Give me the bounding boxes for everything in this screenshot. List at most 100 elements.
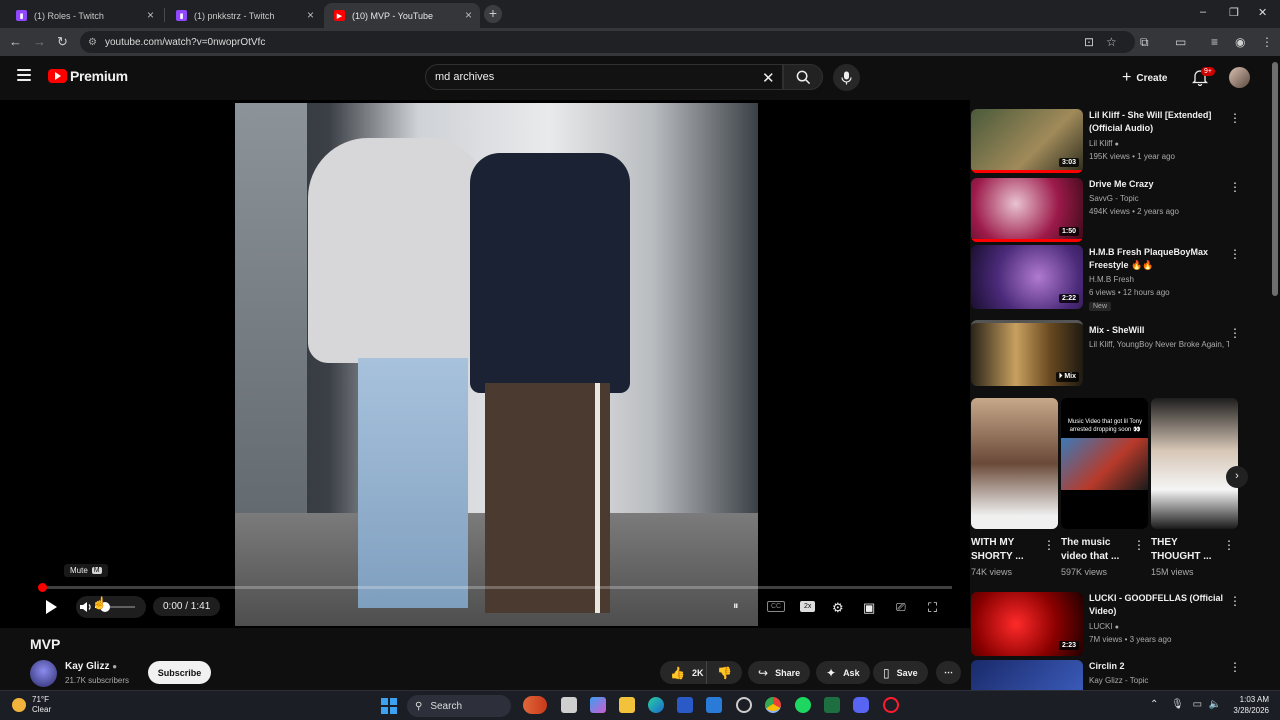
site-info-icon[interactable]: ⚙ xyxy=(88,37,97,48)
recommendation-title[interactable]: Circlin 2 xyxy=(1089,660,1225,673)
browser-tab[interactable]: ▮ (1) pnkkstrz - Twitch × xyxy=(166,3,322,28)
new-tab-button[interactable]: + xyxy=(484,5,502,23)
tray-chevron-icon[interactable]: ⌃ xyxy=(1150,699,1158,710)
video-frame[interactable] xyxy=(235,103,758,626)
search-button[interactable] xyxy=(783,64,823,90)
progress-bar[interactable] xyxy=(38,583,952,592)
recommendation-channel[interactable]: LUCKI ● xyxy=(1089,622,1119,631)
more-options-icon[interactable]: ⋮ xyxy=(1229,326,1241,340)
browser-tab-active[interactable]: ▶ (10) MVP - YouTube × xyxy=(324,3,480,28)
extensions-icon[interactable]: ⧉ xyxy=(1140,35,1149,50)
more-options-icon[interactable]: ⋮ xyxy=(1229,180,1241,194)
short-thumbnail[interactable] xyxy=(971,398,1058,529)
address-bar[interactable]: ⚙ youtube.com/watch?v=0nwoprOtVfc xyxy=(80,31,1135,53)
playback-speed-button[interactable]: 2x xyxy=(800,601,816,612)
mix-thumbnail[interactable]: ⏵ Mix xyxy=(971,320,1083,386)
more-actions-button[interactable]: ⋯ xyxy=(936,661,961,684)
file-explorer-icon[interactable] xyxy=(619,697,635,713)
recommendation-item[interactable]: Circlin 2 Kay Glizz - Topic ⋮ xyxy=(971,660,1241,690)
opera-icon[interactable] xyxy=(883,697,899,713)
clear-search-icon[interactable]: ✕ xyxy=(762,69,775,87)
fullscreen-icon[interactable]: ⛶ xyxy=(928,600,937,616)
windows-start-icon[interactable] xyxy=(381,698,397,714)
more-options-icon[interactable]: ⋮ xyxy=(1229,111,1241,125)
install-app-icon[interactable]: ⊡ xyxy=(1084,35,1094,49)
discord-icon[interactable] xyxy=(853,697,869,713)
browser-menu-icon[interactable]: ⋮ xyxy=(1261,35,1273,49)
video-thumbnail[interactable]: 2:22 xyxy=(971,245,1083,309)
like-button[interactable]: 👍 2K xyxy=(660,661,706,684)
edge-icon[interactable] xyxy=(648,697,664,713)
recommendation-channel[interactable]: Lil Kliff, YoungBoy Never Broke Again, T… xyxy=(1089,340,1229,349)
short-thumbnail[interactable] xyxy=(1151,398,1238,529)
forward-icon[interactable]: → xyxy=(33,34,46,49)
store-icon[interactable] xyxy=(677,697,693,713)
recommendation-title[interactable]: Mix - SheWill xyxy=(1089,324,1225,337)
video-thumbnail[interactable] xyxy=(971,660,1083,690)
autoplay-toggle-icon[interactable]: ⏸ xyxy=(733,600,739,613)
menu-icon[interactable] xyxy=(17,69,31,81)
display-icon[interactable]: ▭ xyxy=(1193,699,1202,710)
video-thumbnail[interactable]: 2:23 xyxy=(971,592,1083,656)
progress-scrubber[interactable] xyxy=(38,583,47,592)
voice-search-button[interactable] xyxy=(833,64,860,91)
captions-button[interactable]: CC xyxy=(767,601,786,612)
channel-avatar[interactable] xyxy=(30,660,57,687)
shorts-next-button[interactable]: › xyxy=(1226,466,1248,488)
excel-icon[interactable] xyxy=(824,697,840,713)
recommendation-item[interactable]: 3:03 Lil Kliff - She Will [Extended] (Of… xyxy=(971,109,1241,173)
recommendation-channel[interactable]: SavvG - Topic xyxy=(1089,194,1139,203)
recommendation-title[interactable]: LUCKI - GOODFELLAS (Official Video) xyxy=(1089,592,1225,618)
taskbar-search[interactable]: ⚲ Search xyxy=(407,695,511,717)
close-tab-icon[interactable]: × xyxy=(147,8,154,22)
app-icon[interactable] xyxy=(736,697,752,713)
more-options-icon[interactable]: ⋮ xyxy=(1229,594,1241,608)
recommendation-item[interactable]: 2:23 LUCKI - GOODFELLAS (Official Video)… xyxy=(971,592,1241,656)
video-thumbnail[interactable]: 1:50 xyxy=(971,178,1083,242)
recommendation-title[interactable]: Drive Me Crazy xyxy=(1089,178,1225,191)
subscribe-button[interactable]: Subscribe xyxy=(148,661,211,684)
page-scrollbar[interactable] xyxy=(1272,62,1278,296)
recommendation-title[interactable]: Lil Kliff - She Will [Extended] (Officia… xyxy=(1089,109,1225,135)
close-tab-icon[interactable]: × xyxy=(307,8,314,22)
media-control-icon[interactable]: ≡ xyxy=(1211,35,1218,49)
recommendation-item[interactable]: ⏵ Mix Mix - SheWill Lil Kliff, YoungBoy … xyxy=(971,320,1241,386)
more-options-icon[interactable]: ⋮ xyxy=(1229,660,1241,674)
more-options-icon[interactable]: ⋮ xyxy=(1043,538,1055,552)
browser-tab[interactable]: ▮ (1) Roles - Twitch × xyxy=(6,3,162,28)
short-title[interactable]: THEY THOUGHT ... xyxy=(1151,536,1223,564)
recommendation-item[interactable]: 2:22 H.M.B Fresh PlaqueBoyMax Freestyle … xyxy=(971,245,1241,311)
back-icon[interactable]: ← xyxy=(9,34,22,49)
weather-widget[interactable]: 71°F Clear xyxy=(12,695,51,715)
reload-icon[interactable]: ↻ xyxy=(57,34,68,50)
recommendation-item[interactable]: 1:50 Drive Me Crazy SavvG - Topic 494K v… xyxy=(971,178,1241,242)
restore-icon[interactable]: ❐ xyxy=(1229,6,1239,19)
short-title[interactable]: The music video that ... xyxy=(1061,536,1133,564)
short-title[interactable]: WITH MY SHORTY ... xyxy=(971,536,1043,564)
more-options-icon[interactable]: ⋮ xyxy=(1223,538,1235,552)
account-avatar[interactable] xyxy=(1229,67,1250,88)
search-highlight-icon[interactable] xyxy=(523,696,547,714)
video-thumbnail[interactable]: 3:03 xyxy=(971,109,1083,173)
microphone-icon[interactable]: 🎙 xyxy=(1171,699,1184,710)
close-window-icon[interactable]: ✕ xyxy=(1258,6,1267,19)
close-tab-icon[interactable]: × xyxy=(465,8,472,22)
profile-icon[interactable]: ◉ xyxy=(1235,35,1245,49)
more-options-icon[interactable]: ⋮ xyxy=(1133,538,1145,552)
spotify-icon[interactable] xyxy=(795,697,811,713)
channel-name[interactable]: Kay Glizz ● xyxy=(65,661,117,672)
recommendation-channel[interactable]: H.M.B Fresh xyxy=(1089,275,1134,284)
share-button[interactable]: ↪ Share xyxy=(748,661,811,684)
chrome-icon[interactable] xyxy=(765,697,781,713)
ask-button[interactable]: ✦ Ask xyxy=(816,661,870,684)
volume-button[interactable] xyxy=(79,600,93,619)
minimize-icon[interactable]: – xyxy=(1200,6,1206,18)
youtube-logo[interactable]: Premium xyxy=(48,68,128,84)
system-tray[interactable]: ⌃ 🎙 ▭ 🔈 xyxy=(1150,699,1221,710)
recommendation-title[interactable]: H.M.B Fresh PlaqueBoyMax Freestyle 🔥🔥 xyxy=(1089,246,1225,272)
recommendation-channel[interactable]: Kay Glizz - Topic xyxy=(1089,676,1148,685)
search-input[interactable]: md archives xyxy=(425,64,783,90)
copilot-icon[interactable] xyxy=(590,697,606,713)
miniplayer-icon[interactable]: ▣ xyxy=(863,600,875,616)
play-button[interactable] xyxy=(44,599,58,620)
